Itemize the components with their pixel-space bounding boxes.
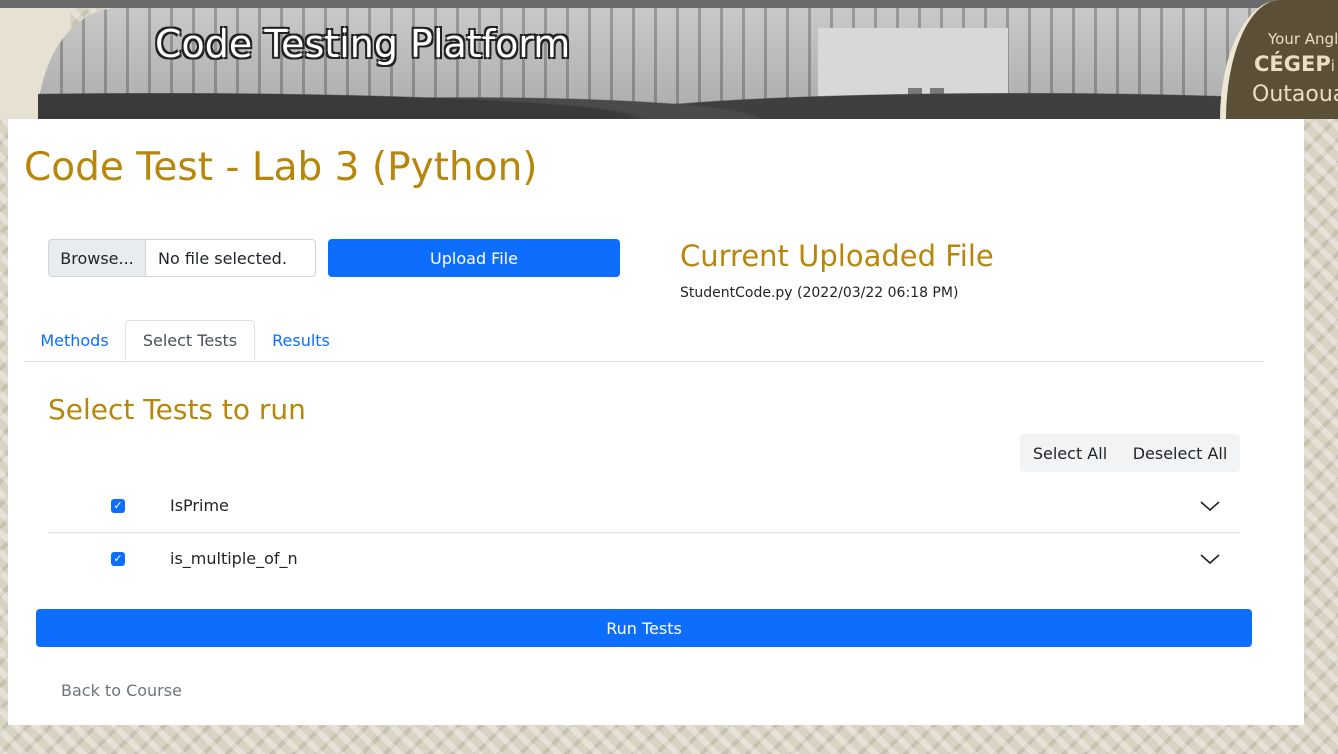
site-title: Code Testing Platform — [155, 22, 571, 66]
main-panel: Code Test - Lab 3 (Python) Browse... No … — [8, 119, 1304, 725]
selection-button-group: Select All Deselect All — [1020, 434, 1240, 472]
test-name: is_multiple_of_n — [170, 549, 298, 568]
run-tests-button[interactable]: Run Tests — [36, 609, 1252, 647]
checkmark-icon[interactable]: ✓ — [111, 499, 125, 513]
upload-file-button[interactable]: Upload File — [328, 239, 620, 277]
back-to-course-link[interactable]: Back to Course — [61, 681, 182, 700]
logo-line-2: CÉGEPi — [1254, 52, 1335, 76]
deselect-all-button[interactable]: Deselect All — [1120, 434, 1240, 472]
header-banner: Code Testing Platform Your Angl CÉGEPi O… — [0, 0, 1338, 119]
page-title: Code Test - Lab 3 (Python) — [24, 145, 538, 190]
banner-top-bar — [0, 0, 1338, 8]
test-name: IsPrime — [170, 496, 229, 515]
checkmark-icon[interactable]: ✓ — [111, 552, 125, 566]
logo-suffix: i — [1330, 57, 1335, 75]
browse-button[interactable]: Browse... — [49, 240, 146, 276]
tab-bar: Methods Select Tests Results — [24, 320, 1264, 362]
file-input[interactable]: Browse... No file selected. — [48, 239, 316, 277]
tab-select-tests[interactable]: Select Tests — [125, 320, 255, 361]
test-row: ✓ is_multiple_of_n — [48, 534, 1240, 586]
row-divider — [48, 532, 1240, 533]
logo-line-1: Your Angl — [1268, 30, 1338, 48]
select-all-button[interactable]: Select All — [1020, 434, 1120, 472]
logo-line-3: Outaoua — [1252, 82, 1338, 107]
current-file-heading: Current Uploaded File — [680, 239, 994, 273]
file-status: No file selected. — [158, 248, 287, 268]
section-title: Select Tests to run — [48, 393, 306, 426]
chevron-down-icon[interactable] — [1198, 550, 1222, 568]
test-row: ✓ IsPrime — [48, 481, 1240, 533]
current-file-info: StudentCode.py (2022/03/22 06:18 PM) — [680, 285, 959, 301]
chevron-down-icon[interactable] — [1198, 497, 1222, 515]
tab-methods[interactable]: Methods — [24, 320, 125, 360]
banner-trees — [38, 59, 1268, 119]
tab-results[interactable]: Results — [255, 320, 347, 360]
logo-cegep: CÉGEP — [1254, 52, 1331, 76]
